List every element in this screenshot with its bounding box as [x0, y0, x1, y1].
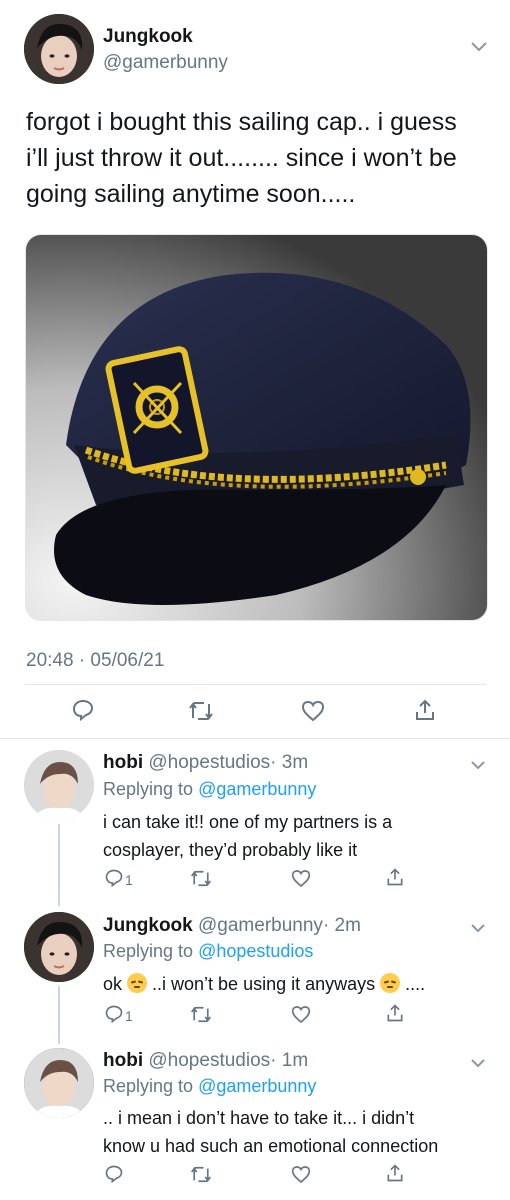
reply-text: i can take it!! one of my partners is a …: [103, 808, 493, 864]
retweet-icon[interactable]: [190, 1005, 212, 1024]
replying-to: Replying to @gamerbunny: [103, 779, 316, 800]
like-icon[interactable]: [291, 869, 311, 888]
author-handle[interactable]: @gamerbunny: [103, 52, 228, 74]
reply-author-name[interactable]: Jungkook: [103, 915, 193, 936]
replying-to-prefix: Replying to: [103, 1076, 199, 1096]
reply-icon[interactable]: [71, 698, 95, 722]
like-icon[interactable]: [301, 700, 325, 722]
share-icon[interactable]: [385, 867, 405, 887]
reply-text-line: cosplayer, they’d probably like it: [103, 840, 358, 860]
avatar-portrait-icon: [24, 1048, 94, 1118]
avatar-portrait-icon: [24, 750, 94, 820]
replying-to-link[interactable]: @gamerbunny: [198, 779, 316, 799]
reply-text-line: i can take it!! one of my partners is a: [103, 812, 393, 832]
reply-text-part: ....: [400, 974, 426, 994]
reply-text-line: .. i mean i don’t have to take it... i d…: [103, 1108, 415, 1128]
reply-time: · 3m: [270, 752, 309, 773]
reply-avatar[interactable]: [24, 912, 94, 982]
pensive-face-emoji-icon: [127, 973, 148, 993]
sailing-cap-photo: [26, 235, 487, 620]
retweet-icon[interactable]: [190, 869, 212, 888]
tweet-text-line: going sailing anytime soon.....: [26, 180, 356, 208]
tweet-timestamp[interactable]: 20:48 · 05/06/21: [26, 650, 164, 672]
reply-text-part: ..i won’t be using it anyways: [147, 974, 381, 994]
replying-to: Replying to @hopestudios: [103, 941, 313, 962]
thread-line: [58, 986, 60, 1044]
reply-text: ok ..i won’t be using it anyways ....: [103, 970, 493, 998]
pensive-face-emoji-icon: [380, 973, 401, 993]
reply-header: hobi @hopestudios· 1m: [103, 1050, 308, 1072]
reply-menu-chevron-icon[interactable]: [470, 757, 486, 775]
divider: [25, 684, 486, 685]
avatar-portrait-icon: [24, 14, 94, 84]
reply-header: hobi @hopestudios· 3m: [103, 752, 308, 774]
tweet-text: forgot i bought this sailing cap.. i gue…: [26, 104, 496, 212]
reply-avatar[interactable]: [24, 1048, 94, 1118]
reply-header: Jungkook @gamerbunny· 2m: [103, 915, 361, 937]
retweet-icon[interactable]: [188, 700, 214, 722]
reply-author-handle[interactable]: @hopestudios: [148, 1050, 270, 1071]
tweet-text-line: i’ll just throw it out........ since i w…: [26, 144, 457, 172]
like-icon[interactable]: [291, 1005, 311, 1024]
reply-icon[interactable]: [104, 868, 124, 888]
reply-count: 1: [125, 1008, 133, 1024]
reply-icon[interactable]: [104, 1004, 124, 1024]
author-name[interactable]: Jungkook: [103, 26, 193, 48]
avatar-portrait-icon: [24, 912, 94, 982]
replying-to: Replying to @gamerbunny: [103, 1076, 316, 1097]
reply-author-name[interactable]: hobi: [103, 1050, 143, 1071]
reply-icon[interactable]: [104, 1164, 124, 1184]
share-icon[interactable]: [385, 1163, 405, 1183]
replying-to-link[interactable]: @gamerbunny: [198, 1076, 316, 1096]
author-avatar[interactable]: [24, 14, 94, 84]
reply-text-part: ok: [103, 974, 128, 994]
tweet-text-line: forgot i bought this sailing cap.. i gue…: [26, 108, 457, 136]
replying-to-prefix: Replying to: [103, 779, 199, 799]
reply-count: 1: [125, 872, 133, 888]
thread-line: [58, 824, 60, 906]
share-icon[interactable]: [385, 1003, 405, 1023]
reply-time: · 2m: [322, 915, 361, 936]
replying-to-prefix: Replying to: [103, 941, 199, 961]
tweet-menu-chevron-icon[interactable]: [470, 40, 488, 58]
reply-time: · 1m: [270, 1050, 309, 1071]
reply-author-handle[interactable]: @hopestudios: [148, 752, 270, 773]
share-icon[interactable]: [413, 698, 437, 722]
reply-author-handle[interactable]: @gamerbunny: [198, 915, 323, 936]
reply-menu-chevron-icon[interactable]: [470, 1055, 486, 1073]
reply-text: .. i mean i don’t have to take it... i d…: [103, 1104, 503, 1160]
replying-to-link[interactable]: @hopestudios: [198, 941, 313, 961]
reply-menu-chevron-icon[interactable]: [470, 920, 486, 938]
divider: [0, 738, 510, 739]
retweet-icon[interactable]: [190, 1165, 212, 1184]
like-icon[interactable]: [291, 1165, 311, 1184]
reply-text-line: know u had such an emotional connection: [103, 1136, 439, 1156]
tweet-media-image[interactable]: [25, 234, 488, 621]
reply-author-name[interactable]: hobi: [103, 752, 143, 773]
reply-avatar[interactable]: [24, 750, 94, 820]
